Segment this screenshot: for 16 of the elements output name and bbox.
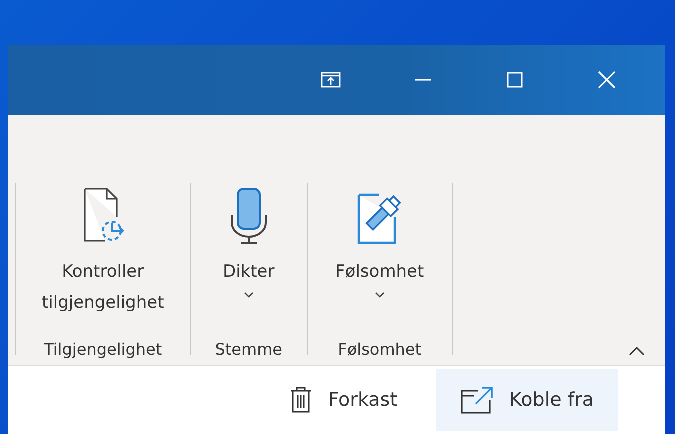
document-clock-icon xyxy=(81,187,126,245)
popout-arrow-icon xyxy=(460,386,494,414)
disconnect-button[interactable]: Koble fra xyxy=(436,369,618,431)
check-accessibility-button[interactable]: Kontroller tilgjengelighet xyxy=(38,183,168,340)
dictate-button[interactable]: Dikter xyxy=(218,183,279,340)
sensitivity-button[interactable]: Følsomhet xyxy=(332,183,428,340)
trash-icon xyxy=(290,387,312,413)
group-label: Følsomhet xyxy=(338,340,422,361)
maximize-icon xyxy=(507,72,523,88)
close-icon xyxy=(598,71,616,89)
discard-button[interactable]: Forkast xyxy=(270,369,418,431)
chevron-up-icon xyxy=(629,346,645,356)
group-label: Tilgjengelighet xyxy=(44,340,162,361)
minimize-icon xyxy=(414,79,432,81)
group-label: Stemme xyxy=(215,340,283,361)
popout-icon xyxy=(321,72,341,88)
